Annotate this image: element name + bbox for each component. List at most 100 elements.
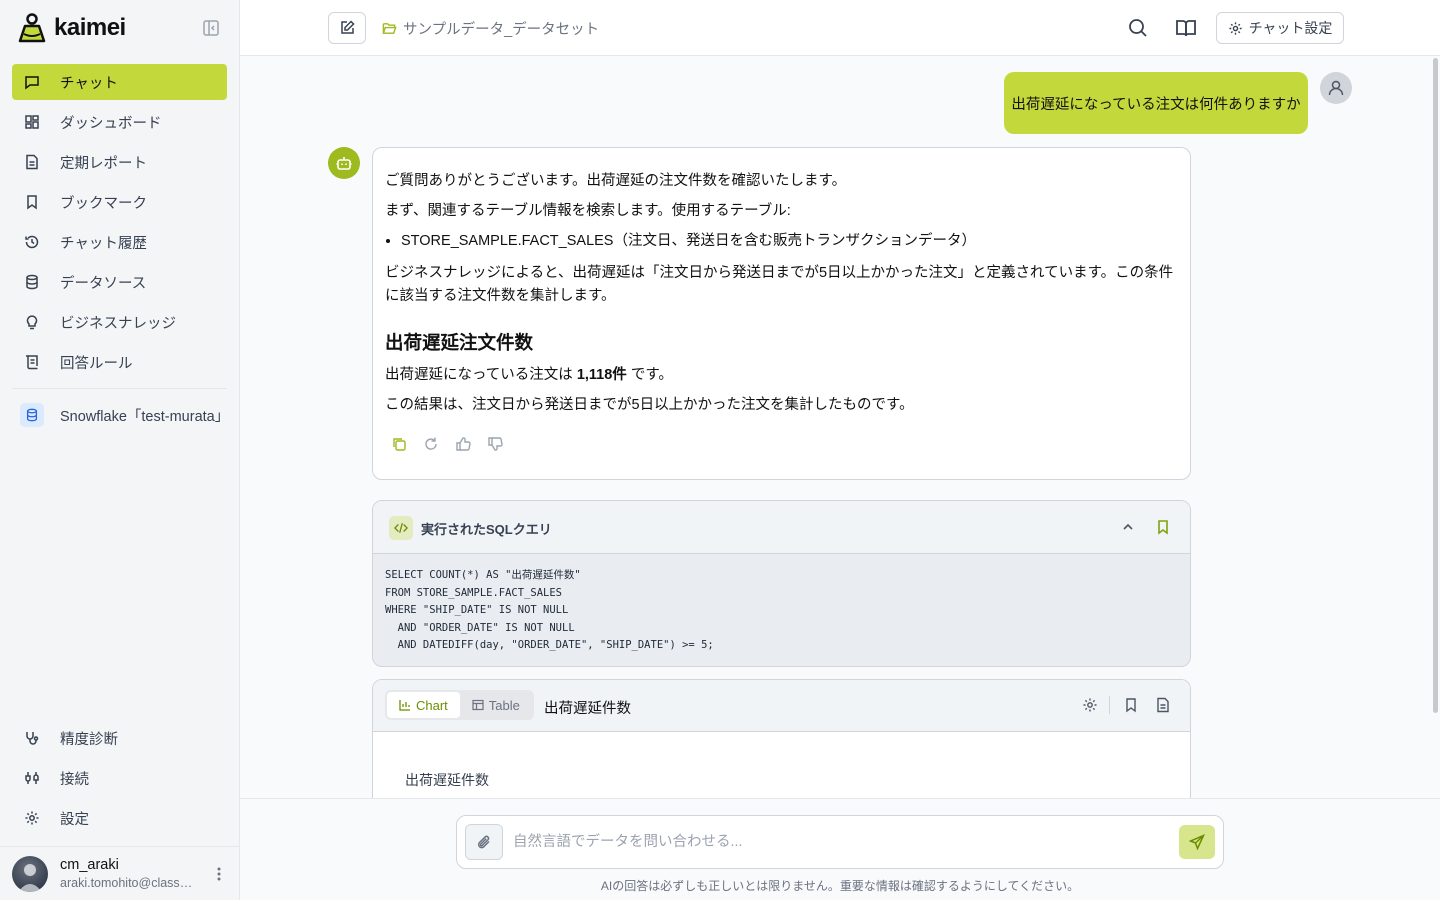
bot-result: 出荷遅延になっている注文は 1,118件 です。 (385, 364, 1178, 387)
message-actions (391, 436, 503, 452)
connection-label: Snowflake「test-murata」 (60, 408, 227, 425)
sidebar-item-label: 回答ルール (60, 355, 133, 372)
user-profile[interactable]: cm_araki araki.tomohito@classmethod.jp (0, 846, 239, 900)
sidebar-item-datasource[interactable]: データソース (12, 264, 227, 300)
tab-chart[interactable]: Chart (387, 692, 460, 718)
chat-scrollbar[interactable] (1433, 58, 1438, 713)
thumbs-down-button[interactable] (487, 436, 503, 452)
bot-summary: この結果は、注文日から発送日までが5日以上かかった注文を集計したものです。 (385, 396, 914, 413)
thumbs-up-icon (456, 437, 471, 451)
snowflake-db-icon (20, 403, 44, 427)
new-chat-button[interactable] (328, 12, 366, 44)
thumbs-down-icon (488, 437, 503, 451)
chevron-up-icon (1123, 523, 1133, 530)
dataset-name: サンプルデータ_データセット (403, 22, 600, 38)
sidebar-item-label: ブックマーク (60, 195, 147, 212)
send-button[interactable] (1179, 825, 1215, 859)
sql-panel-title: 実行されたSQLクエリ (421, 522, 552, 537)
sidebar-item-connection[interactable]: 接続 (12, 760, 227, 796)
toolbar-divider (1109, 696, 1110, 714)
report-result-button[interactable] (1155, 697, 1171, 713)
ai-disclaimer: AIの回答は必ずしも正しいとは限りません。重要な情報は確認するようにしてください… (600, 879, 1080, 893)
dashboard-icon (25, 115, 39, 129)
sidebar-item-label: チャット (60, 75, 118, 92)
gear-icon (1228, 21, 1242, 35)
tab-table[interactable]: Table (460, 692, 532, 718)
chart-settings-button[interactable] (1082, 697, 1098, 713)
chat-input[interactable] (513, 830, 1163, 854)
result-suffix: です。 (626, 366, 673, 383)
main-nav: チャット ダッシュボード 定期レポート ブックマーク チャット履歴 データソース… (12, 64, 227, 384)
sql-panel-header[interactable]: 実行されたSQLクエリ (373, 501, 1190, 554)
view-toggle: Chart Table (385, 690, 534, 720)
sidebar-item-settings[interactable]: 設定 (12, 800, 227, 836)
sql-query-panel: 実行されたSQLクエリ SELECT COUNT(*) AS "出荷遅延件数" … (372, 500, 1191, 667)
bookmark-sql-button[interactable] (1155, 519, 1171, 535)
sidebar-item-history[interactable]: チャット履歴 (12, 224, 227, 260)
collapse-sidebar-button[interactable] (202, 19, 220, 37)
regenerate-button[interactable] (423, 436, 439, 452)
avatar (12, 856, 48, 892)
send-icon (1189, 834, 1205, 850)
user-message-text: 出荷遅延になっている注文は何件ありますか (1011, 96, 1301, 113)
user-email: araki.tomohito@classmethod.jp (60, 876, 202, 890)
attach-button[interactable] (465, 824, 503, 860)
report-icon (26, 154, 38, 170)
sidebar-item-accuracy[interactable]: 精度診断 (12, 720, 227, 756)
sidebar-item-bookmarks[interactable]: ブックマーク (12, 184, 227, 220)
table-list: STORE_SAMPLE.FACT_SALES（注文日、発送日を含む販売トランザ… (401, 230, 1178, 253)
tab-chart-label: Chart (416, 697, 448, 713)
composer-box (456, 815, 1224, 869)
sidebar-item-label: ダッシュボード (60, 115, 162, 132)
bookmark-result-button[interactable] (1123, 697, 1139, 713)
result-panel: Chart Table 出荷遅延件数 出荷遅延件数 (372, 679, 1191, 798)
bot-icon (336, 157, 352, 170)
sidebar-collapse-icon (203, 20, 219, 36)
sidebar-item-label: 精度診断 (60, 731, 118, 748)
app-name: kaimei (54, 14, 126, 41)
history-icon (25, 235, 39, 249)
chat-icon (25, 76, 39, 90)
user-avatar (1320, 72, 1352, 104)
chat-area: 出荷遅延になっている注文は何件ありますか ご質問ありがとうございます。出荷遅延の… (240, 56, 1440, 798)
sidebar-item-label: 定期レポート (60, 155, 147, 172)
docs-button[interactable] (1174, 16, 1198, 40)
search-button[interactable] (1126, 16, 1150, 40)
code-icon (389, 516, 413, 540)
user-name: cm_araki (60, 857, 119, 873)
logo[interactable]: kaimei (16, 10, 126, 46)
sidebar-item-rules[interactable]: 回答ルール (12, 344, 227, 380)
copy-button[interactable] (391, 436, 407, 452)
result-prefix: 出荷遅延になっている注文は (385, 366, 577, 383)
bottom-nav: 精度診断 接続 設定 (12, 720, 227, 840)
bookmark-icon (1126, 698, 1136, 713)
bot-avatar (328, 147, 360, 179)
document-icon (1157, 697, 1169, 713)
bookmark-icon (27, 195, 37, 210)
user-icon (1328, 80, 1344, 96)
copy-icon (393, 438, 406, 451)
scroll-icon (26, 355, 38, 370)
sidebar-item-dashboard[interactable]: ダッシュボード (12, 104, 227, 140)
bot-knowledge-text: ビジネスナレッジによると、出荷遅延は「注文日から発送日までが5日以上かかった注文… (385, 264, 1174, 304)
thumbs-up-button[interactable] (455, 436, 471, 452)
database-icon (26, 274, 38, 290)
sidebar-item-knowledge[interactable]: ビジネスナレッジ (12, 304, 227, 340)
sidebar-item-reports[interactable]: 定期レポート (12, 144, 227, 180)
sidebar: kaimei チャット ダッシュボード 定期レポート ブックマーク チャット履歴 (0, 0, 240, 900)
table-list-item: STORE_SAMPLE.FACT_SALES（注文日、発送日を含む販売トランザ… (401, 230, 1178, 253)
collapse-sql-button[interactable] (1121, 520, 1135, 534)
user-menu-button[interactable] (212, 865, 226, 883)
user-message: 出荷遅延になっている注文は何件ありますか (1004, 72, 1308, 134)
dataset-breadcrumb[interactable]: サンプルデータ_データセット (382, 18, 599, 39)
connection-item[interactable]: Snowflake「test-murata」 (12, 400, 227, 430)
sidebar-item-chat[interactable]: チャット (12, 64, 227, 100)
chat-settings-button[interactable]: チャット設定 (1216, 12, 1344, 44)
sidebar-item-label: 設定 (60, 811, 89, 828)
composer: AIの回答は必ずしも正しいとは限りません。重要な情報は確認するようにしてください… (240, 798, 1440, 900)
search-icon (1129, 19, 1147, 37)
sidebar-item-label: チャット履歴 (60, 235, 147, 252)
gear-icon (25, 811, 39, 825)
sidebar-item-label: ビジネスナレッジ (60, 315, 176, 332)
bookmark-icon (1158, 520, 1168, 535)
